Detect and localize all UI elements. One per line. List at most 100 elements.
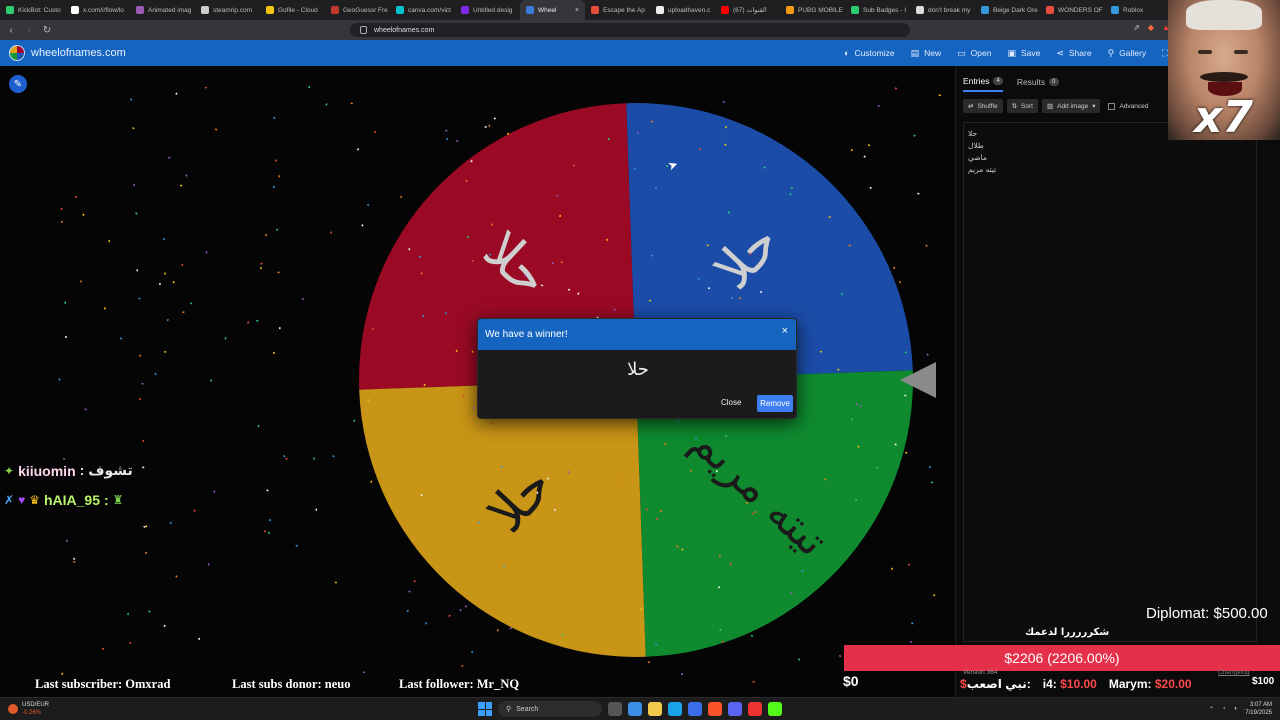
browser-tab[interactable]: Roblox [1105, 0, 1170, 20]
browser-tab[interactable]: GeoGuessr Fre [325, 0, 390, 20]
tab-entries[interactable]: Entries 4 [963, 76, 1003, 92]
reload-icon[interactable]: ↻ [40, 23, 54, 37]
tab-results[interactable]: Results 0 [1017, 76, 1059, 92]
browser-tab[interactable]: Escape the Ap [585, 0, 650, 20]
advanced-checkbox[interactable] [1108, 102, 1116, 110]
store-icon[interactable] [688, 702, 702, 716]
menu-customize[interactable]: ◐ Customize [836, 48, 903, 58]
edge-icon[interactable] [668, 702, 682, 716]
close-icon[interactable]: × [782, 325, 788, 337]
figure-icon: ♜ [112, 493, 124, 507]
browser-tab[interactable]: x.com/i/flow/lo [65, 0, 130, 20]
back-icon[interactable]: ‹ [4, 23, 18, 37]
confetti-piece [285, 457, 288, 460]
address-bar[interactable]: wheelofnames.com [350, 23, 910, 37]
menu-label: Save [1020, 48, 1041, 58]
taskbar-search[interactable]: ⚲ Search [498, 701, 602, 717]
browser-tab[interactable]: (67) القنوات [715, 0, 780, 20]
browser-tab[interactable]: KickBot: Custo [0, 0, 65, 20]
kick-icon[interactable] [768, 702, 782, 716]
confetti-piece [932, 593, 936, 597]
confetti-piece [119, 337, 123, 340]
browser-extension-icons: ⇗ ◆ ▲ [1133, 23, 1170, 32]
browser-tab[interactable]: Gofile - Cloud [260, 0, 325, 20]
confetti-piece [175, 575, 178, 578]
confetti-piece [448, 614, 451, 618]
obs-icon[interactable] [748, 702, 762, 716]
sort-icon: ⇅ [1011, 103, 1018, 110]
network-icon[interactable]: ◔ [1222, 706, 1226, 712]
confetti-piece [350, 102, 353, 105]
volume-icon[interactable]: ◖ [1234, 706, 1238, 712]
market-pair: USD/EUR [22, 702, 50, 708]
donor-item: Marym: $20.00 [1109, 677, 1192, 691]
shuffle-button[interactable]: ⇄ Shuffle [963, 99, 1003, 113]
mustache-shape [1200, 72, 1248, 82]
browser-tab[interactable]: Animated imag [130, 0, 195, 20]
site-info-icon[interactable] [360, 26, 367, 34]
confetti-piece [366, 203, 370, 207]
tab-close-icon[interactable]: × [575, 7, 579, 14]
confetti-piece [790, 187, 793, 189]
tab-label: Entries [963, 76, 990, 86]
advanced-toggle[interactable]: Advanced [1108, 102, 1148, 110]
confetti-piece [60, 207, 63, 211]
menu-share[interactable]: ⋖ Share [1048, 48, 1099, 59]
confetti-piece [446, 138, 449, 140]
tab-favicon-icon [981, 6, 989, 14]
chevron-up-icon[interactable]: ⌃ [1209, 706, 1214, 713]
browser-tab[interactable]: steamrip.com [195, 0, 260, 20]
menu-open[interactable]: ▭ Open [949, 48, 999, 59]
chevron-down-icon: ▾ [1092, 103, 1096, 110]
file-explorer-icon[interactable] [648, 702, 662, 716]
tab-favicon-icon [6, 6, 14, 14]
brave-shield-icon[interactable]: ◆ [1148, 23, 1154, 32]
browser-tab[interactable]: Wheel × [520, 0, 585, 20]
changelog-link[interactable]: Changelog [1218, 669, 1249, 676]
windows-start-icon[interactable] [478, 702, 492, 716]
browser-tab[interactable]: PUBG MOBILE [780, 0, 845, 20]
tab-title: Wheel [538, 6, 557, 14]
add-image-button[interactable]: ▨ Add image ▾ [1041, 99, 1101, 113]
site-name[interactable]: wheelofnames.com [31, 47, 126, 59]
browser-tab[interactable]: don't break my [910, 0, 975, 20]
browser-tab[interactable]: uploadhaven.c [650, 0, 715, 20]
folder-open-icon: ▭ [957, 47, 966, 58]
forward-icon[interactable]: › [22, 23, 36, 37]
confetti-piece [848, 244, 851, 247]
confetti-piece [850, 148, 853, 152]
edit-pencil-icon[interactable]: ✎ [9, 75, 27, 93]
browser-tab[interactable]: canva.com/vict [390, 0, 455, 20]
clock[interactable]: 3:07 AM 7/19/2025 [1245, 701, 1272, 717]
remove-button[interactable]: Remove [757, 395, 793, 412]
close-button[interactable]: Close [721, 398, 741, 407]
browser-tab[interactable]: Untitled desig [455, 0, 520, 20]
wheel-pointer-icon [900, 362, 936, 398]
site-logo-icon[interactable] [9, 45, 25, 61]
entries-textarea[interactable]: حلا طلال ماضي تيته مريم [963, 122, 1257, 642]
confetti-piece [465, 179, 468, 182]
sort-button[interactable]: ⇅ Sort [1006, 99, 1038, 113]
brave-icon[interactable] [708, 702, 722, 716]
discord-icon[interactable] [728, 702, 742, 716]
browser-tab[interactable]: Sub Badges - I [845, 0, 910, 20]
confetti-piece [148, 610, 151, 613]
browser-tab-strip: KickBot: Custo x.com/i/flow/lo Animated im… [0, 0, 1280, 20]
confetti-piece [330, 231, 332, 234]
confetti-piece [133, 183, 135, 186]
task-view-icon[interactable] [608, 702, 622, 716]
market-widget[interactable]: USD/EUR -0.26% [8, 701, 49, 717]
menu-new[interactable]: ▤ New [903, 48, 950, 59]
confetti-piece [166, 318, 169, 322]
copilot-icon[interactable] [628, 702, 642, 716]
menu-gallery[interactable]: ⚲ Gallery [1100, 48, 1155, 59]
confetti-piece [65, 335, 67, 339]
confetti-piece [278, 175, 280, 178]
browser-tab[interactable]: WONDERS OF [1040, 0, 1105, 20]
clock-date: 7/19/2025 [1245, 710, 1272, 716]
share-page-icon[interactable]: ⇗ [1133, 23, 1140, 32]
sword-icon: ✗ [4, 493, 15, 507]
browser-tab[interactable]: Beige Dark Gre [975, 0, 1040, 20]
menu-save[interactable]: ▣ Save [999, 48, 1048, 59]
confetti-piece [894, 87, 898, 90]
